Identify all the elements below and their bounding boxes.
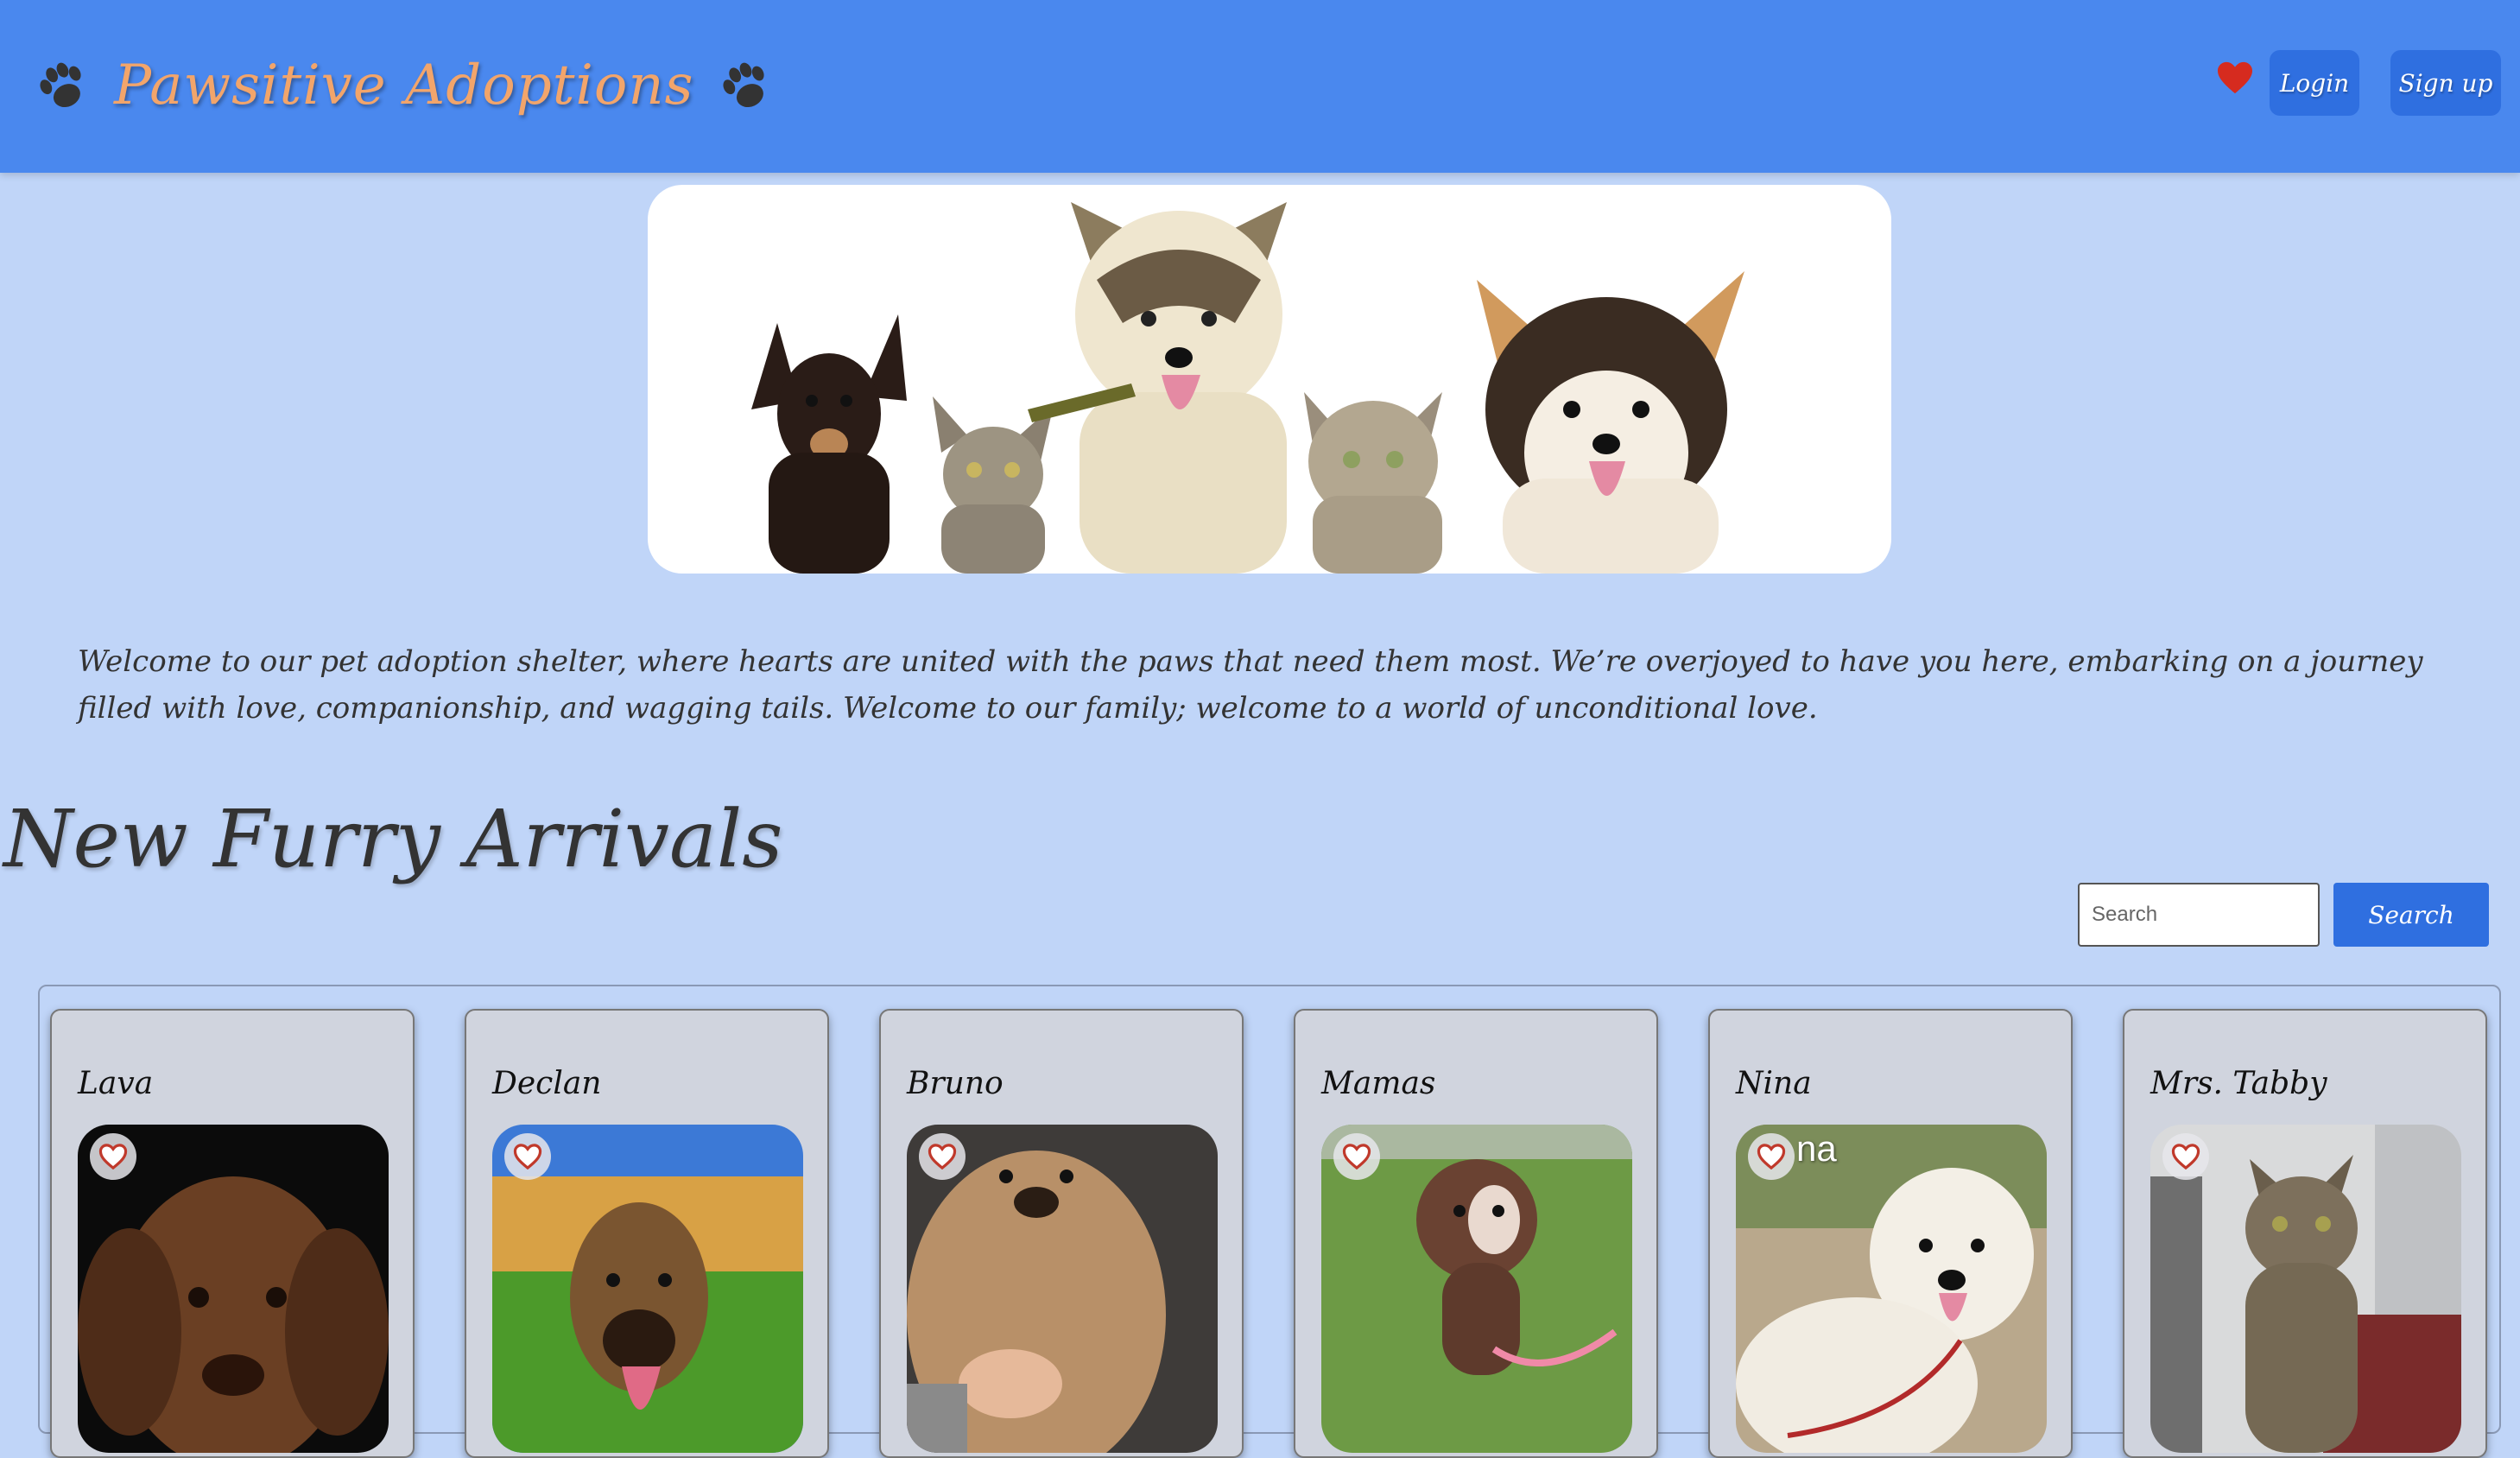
search-input[interactable] [2078,883,2320,947]
pets-group-illustration [751,202,1744,574]
pet-name: Bruno [907,1066,1004,1101]
paw-print-icon [723,62,765,108]
photo-caption: na [1796,1128,1837,1169]
site-title: Pawsitive Adoptions [114,54,694,117]
favorite-heart-icon[interactable] [504,1133,551,1180]
brand[interactable]: Pawsitive Adoptions [28,38,780,133]
section-title: New Furry Arrivals [3,793,783,885]
login-button[interactable]: Login [2270,50,2359,116]
pet-name: Mamas [1321,1066,1436,1101]
favorite-heart-icon[interactable] [1748,1133,1795,1180]
pet-card[interactable]: Lava [50,1009,415,1458]
pet-card[interactable]: Nina na [1708,1009,2073,1458]
welcome-paragraph: Welcome to our pet adoption shelter, whe… [78,644,2423,726]
favorite-heart-icon[interactable] [1333,1133,1380,1180]
pet-card[interactable]: Bruno [879,1009,1244,1458]
pet-name: Lava [78,1066,154,1101]
paw-print-icon [40,62,81,108]
search-button[interactable]: Search [2333,883,2489,947]
pet-name: Nina [1736,1066,1812,1101]
pet-card[interactable]: Mamas [1294,1009,1658,1458]
pet-card[interactable]: Mrs. Tabby [2123,1009,2487,1458]
favorite-heart-icon[interactable] [919,1133,966,1180]
pet-name: Mrs. Tabby [2150,1066,2327,1101]
pet-name: Declan [492,1066,602,1101]
favorites-heart-icon[interactable] [2216,59,2254,97]
pet-card[interactable]: Declan [465,1009,829,1458]
site-header: Pawsitive Adoptions Login Sign up [0,0,2520,173]
hero-banner-image [648,185,1891,574]
favorite-heart-icon[interactable] [90,1133,136,1180]
signup-button[interactable]: Sign up [2390,50,2501,116]
favorite-heart-icon[interactable] [2162,1133,2209,1180]
